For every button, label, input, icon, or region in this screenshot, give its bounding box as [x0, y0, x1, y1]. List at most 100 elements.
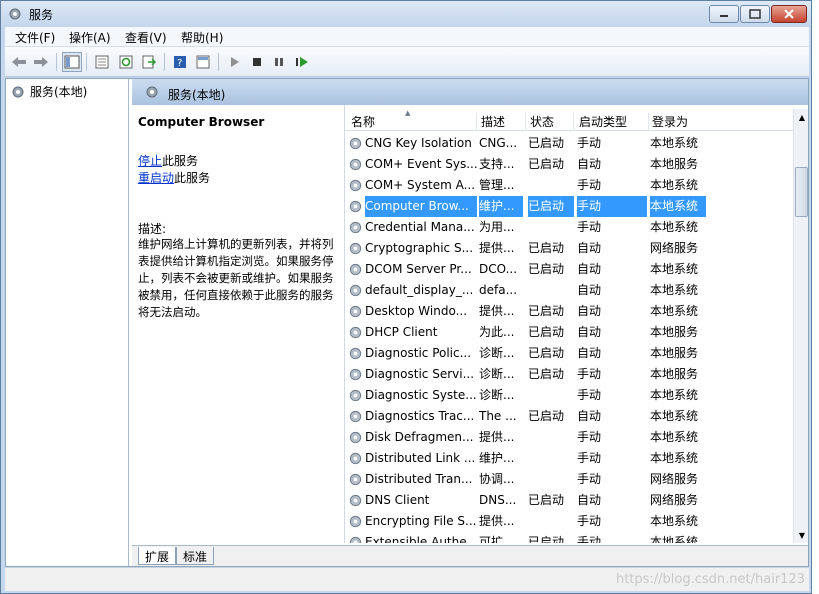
maximize-icon — [741, 6, 769, 22]
restart-service-button[interactable] — [292, 52, 312, 72]
scroll-thumb[interactable] — [795, 167, 808, 217]
table-row[interactable]: Extensible Authe... 可扩... 已启动 手动 本地系统 — [345, 532, 793, 543]
service-desc: 可扩... — [479, 535, 515, 543]
service-startup-type: 手动 — [577, 472, 602, 486]
service-gear-icon — [349, 179, 362, 192]
restart-icon — [296, 57, 308, 67]
start-service-button[interactable] — [224, 52, 244, 72]
service-logon: 本地系统 — [650, 283, 699, 297]
service-logon: 本地服务 — [650, 157, 699, 171]
minimize-button[interactable] — [709, 5, 739, 23]
column-description[interactable]: 描述 — [481, 113, 526, 131]
table-row[interactable]: Distributed Link ... 维护... 手动 本地系统 — [345, 448, 793, 469]
table-row[interactable]: Diagnostic Polic... 诊断... 已启动 自动 本地服务 — [345, 343, 793, 364]
service-desc: defa... — [479, 283, 518, 297]
service-name: Disk Defragmen... — [365, 430, 474, 444]
scroll-up-arrow-icon[interactable]: ▲ — [794, 109, 808, 125]
table-row[interactable]: COM+ System A... 管理... 手动 本地系统 — [345, 175, 793, 196]
close-button[interactable] — [771, 5, 807, 23]
pause-service-button[interactable] — [269, 52, 289, 72]
service-logon: 本地服务 — [650, 346, 699, 360]
service-desc: 为此... — [479, 325, 515, 339]
table-row[interactable]: CNG Key Isolation CNG... 已启动 手动 本地系统 — [345, 133, 793, 154]
view-tabs: 扩展 标准 — [132, 545, 808, 566]
tab-extended[interactable]: 扩展 — [138, 547, 177, 565]
back-button[interactable] — [9, 52, 29, 72]
stop-icon — [253, 58, 261, 66]
service-logon: 本地服务 — [650, 325, 699, 339]
tab-standard[interactable]: 标准 — [176, 547, 215, 565]
service-status — [528, 280, 574, 301]
refresh-button[interactable] — [116, 52, 136, 72]
svg-text:?: ? — [177, 58, 182, 69]
table-row[interactable]: Computer Brow... 维护... 已启动 手动 本地系统 — [345, 196, 793, 217]
menu-view[interactable]: 查看(V) — [125, 29, 167, 46]
show-console-tree-button[interactable] — [62, 52, 82, 72]
service-gear-icon — [349, 305, 362, 318]
status-bar: https://blog.csdn.net/hair123 — [5, 567, 809, 591]
service-gear-icon — [349, 326, 362, 339]
restart-service-link[interactable]: 重启动 — [138, 171, 174, 185]
service-gear-icon — [349, 431, 362, 444]
service-status: 已启动 — [528, 535, 565, 543]
service-desc: 诊断... — [479, 367, 515, 381]
service-name: Distributed Tran... — [365, 472, 473, 486]
service-startup-type: 手动 — [577, 388, 602, 402]
table-row[interactable]: DCOM Server Pr... DCO... 已启动 自动 本地系统 — [345, 259, 793, 280]
service-logon: 网络服务 — [650, 241, 699, 255]
table-row[interactable]: DHCP Client 为此... 已启动 自动 本地服务 — [345, 322, 793, 343]
services-pane: 服务(本地) Computer Browser 停止此服务 重启动此服务 描述:… — [132, 79, 808, 566]
column-startup-type[interactable]: 启动类型 — [579, 113, 649, 131]
table-row[interactable]: DNS Client DNS... 已启动 自动 网络服务 — [345, 490, 793, 511]
table-row[interactable]: Encrypting File S... 提供... 手动 本地系统 — [345, 511, 793, 532]
table-row[interactable]: COM+ Event Sys... 支持... 已启动 自动 本地服务 — [345, 154, 793, 175]
table-row[interactable]: Diagnostic Syste... 诊断... 手动 本地系统 — [345, 385, 793, 406]
vertical-scrollbar[interactable]: ▲ ▼ — [793, 109, 808, 543]
table-row[interactable]: Distributed Tran... 协调... 手动 网络服务 — [345, 469, 793, 490]
title-bar[interactable]: 服务 — [1, 1, 811, 27]
column-header: 名称 ▲ 描述 状态 启动类型 登录为 — [345, 109, 793, 131]
maximize-button[interactable] — [740, 5, 770, 23]
service-name: Credential Mana... — [365, 220, 475, 234]
service-name: Diagnostic Syste... — [365, 388, 477, 402]
service-startup-type: 自动 — [577, 157, 602, 171]
column-status[interactable]: 状态 — [530, 113, 574, 131]
table-row[interactable]: default_display_... defa... 自动 本地系统 — [345, 280, 793, 301]
tree-item-local-services[interactable]: 服务(本地) — [10, 83, 87, 100]
services-window: 服务 文件(F) 操作(A) 查看(V) 帮助(H) ? 服务(本地) 服务(本… — [0, 0, 812, 594]
forward-button[interactable] — [31, 52, 51, 72]
service-logon: 本地系统 — [650, 196, 706, 217]
menu-action[interactable]: 操作(A) — [69, 29, 111, 46]
table-row[interactable]: Cryptographic S... 提供... 已启动 自动 网络服务 — [345, 238, 793, 259]
window-title: 服务 — [29, 8, 54, 22]
forward-arrow-icon — [34, 57, 48, 67]
table-row[interactable]: Desktop Windo... 提供... 已启动 自动 本地系统 — [345, 301, 793, 322]
table-row[interactable]: Diagnostic Servi... 诊断... 已启动 手动 本地服务 — [345, 364, 793, 385]
help-button[interactable]: ? — [170, 52, 190, 72]
restart-service-suffix: 此服务 — [174, 171, 211, 185]
service-gear-icon — [349, 347, 362, 360]
properties-button[interactable] — [92, 52, 112, 72]
menu-file[interactable]: 文件(F) — [15, 29, 55, 46]
table-row[interactable]: Diagnostics Trac... The ... 已启动 自动 本地系统 — [345, 406, 793, 427]
service-name: DNS Client — [365, 493, 430, 507]
sort-ascending-icon: ▲ — [405, 109, 411, 117]
stop-service-button[interactable] — [247, 52, 267, 72]
service-logon: 本地系统 — [650, 430, 699, 444]
service-gear-icon — [349, 137, 362, 150]
column-logon-as[interactable]: 登录为 — [652, 113, 712, 131]
service-description-panel: Computer Browser 停止此服务 重启动此服务 描述: 维护网络上计… — [132, 105, 340, 545]
column-name[interactable]: 名称 — [351, 113, 477, 131]
service-name: Diagnostics Trac... — [365, 409, 475, 423]
table-row[interactable]: Disk Defragmen... 提供... 手动 本地系统 — [345, 427, 793, 448]
table-row[interactable]: Credential Mana... 为用... 手动 本地系统 — [345, 217, 793, 238]
stop-service-link[interactable]: 停止 — [138, 154, 162, 168]
service-startup-type: 自动 — [577, 346, 602, 360]
menu-help[interactable]: 帮助(H) — [181, 29, 223, 46]
export-list-button[interactable] — [139, 52, 159, 72]
services-rows: CNG Key Isolation CNG... 已启动 手动 本地系统 COM+ Eve… — [345, 133, 793, 543]
service-status: 已启动 — [528, 325, 565, 339]
scroll-down-arrow-icon[interactable]: ▼ — [794, 527, 808, 543]
service-logon: 本地系统 — [650, 304, 699, 318]
view-button[interactable] — [193, 52, 213, 72]
